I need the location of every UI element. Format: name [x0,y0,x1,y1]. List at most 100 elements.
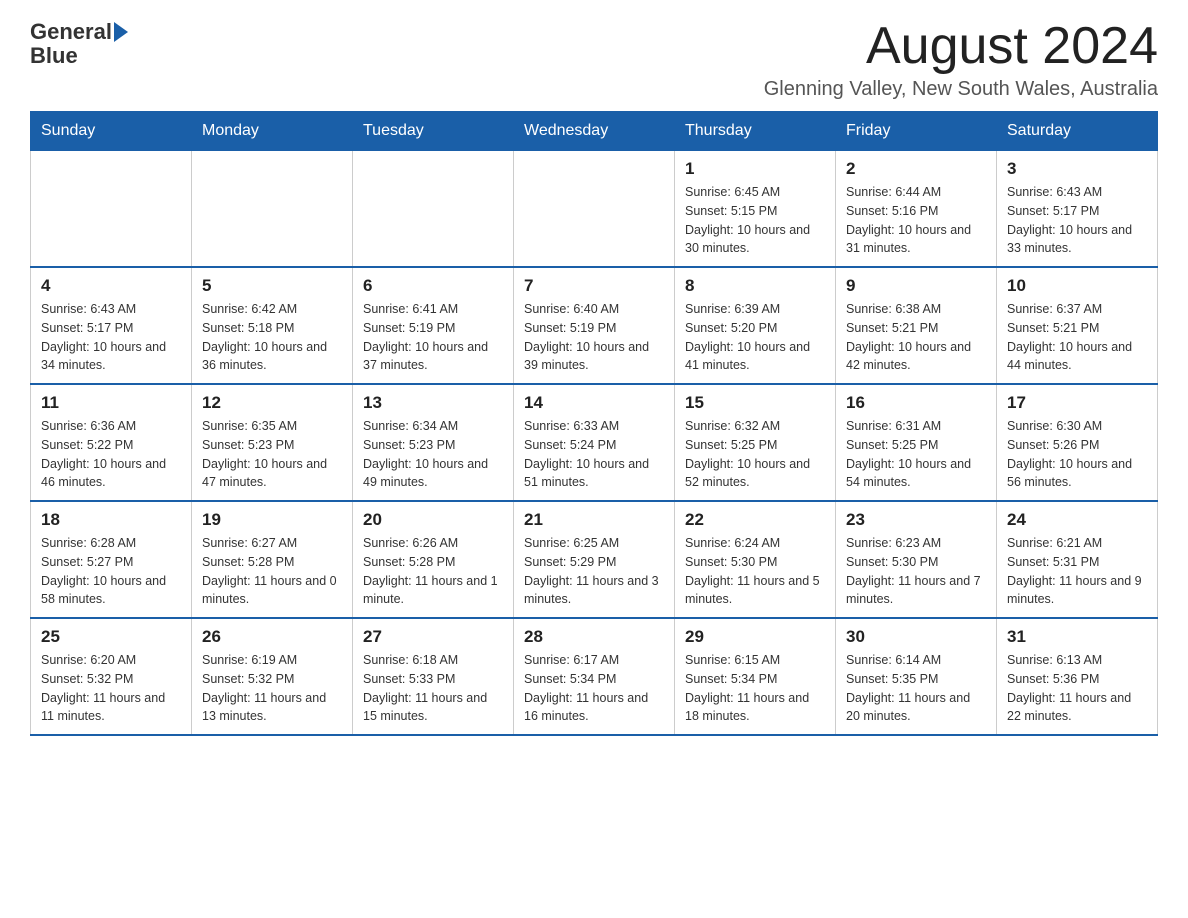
day-info: Sunrise: 6:32 AMSunset: 5:25 PMDaylight:… [685,417,825,492]
day-number: 6 [363,276,503,296]
day-number: 27 [363,627,503,647]
column-header-sunday: Sunday [31,112,192,151]
calendar-cell: 14 Sunrise: 6:33 AMSunset: 5:24 PMDayligh… [514,384,675,501]
day-info: Sunrise: 6:30 AMSunset: 5:26 PMDaylight:… [1007,417,1147,492]
day-number: 18 [41,510,181,530]
column-header-wednesday: Wednesday [514,112,675,151]
column-header-monday: Monday [192,112,353,151]
day-info: Sunrise: 6:25 AMSunset: 5:29 PMDaylight:… [524,534,664,609]
calendar-cell: 19 Sunrise: 6:27 AMSunset: 5:28 PMDayligh… [192,501,353,618]
day-number: 11 [41,393,181,413]
day-number: 7 [524,276,664,296]
day-number: 16 [846,393,986,413]
day-number: 12 [202,393,342,413]
calendar-cell: 28 Sunrise: 6:17 AMSunset: 5:34 PMDayligh… [514,618,675,735]
calendar-table: SundayMondayTuesdayWednesdayThursdayFrid… [30,111,1158,736]
calendar-cell: 1 Sunrise: 6:45 AMSunset: 5:15 PMDaylight… [675,151,836,268]
calendar-cell: 13 Sunrise: 6:34 AMSunset: 5:23 PMDayligh… [353,384,514,501]
title-area: August 2024 Glenning Valley, New South W… [764,20,1158,101]
day-number: 22 [685,510,825,530]
calendar-cell: 26Sunrise: 6:19 AMSunset: 5:32 PMDayligh… [192,618,353,735]
calendar-week-row: 1 Sunrise: 6:45 AMSunset: 5:15 PMDaylight… [31,151,1158,268]
day-info: Sunrise: 6:40 AMSunset: 5:19 PMDaylight:… [524,300,664,375]
day-number: 24 [1007,510,1147,530]
calendar-cell: 24 Sunrise: 6:21 AMSunset: 5:31 PMDayligh… [997,501,1158,618]
day-number: 9 [846,276,986,296]
day-info: Sunrise: 6:38 AMSunset: 5:21 PMDaylight:… [846,300,986,375]
day-number: 1 [685,159,825,179]
logo-text-blue: Blue [30,43,78,68]
calendar-header-row: SundayMondayTuesdayWednesdayThursdayFrid… [31,112,1158,151]
calendar-cell [353,151,514,268]
calendar-cell: 10 Sunrise: 6:37 AMSunset: 5:21 PMDayligh… [997,267,1158,384]
day-number: 15 [685,393,825,413]
calendar-cell: 9 Sunrise: 6:38 AMSunset: 5:21 PMDaylight… [836,267,997,384]
calendar-cell: 20Sunrise: 6:26 AMSunset: 5:28 PMDayligh… [353,501,514,618]
calendar-cell: 25Sunrise: 6:20 AMSunset: 5:32 PMDayligh… [31,618,192,735]
day-number: 10 [1007,276,1147,296]
day-info: Sunrise: 6:15 AMSunset: 5:34 PMDaylight:… [685,651,825,726]
calendar-cell [192,151,353,268]
day-info: Sunrise: 6:35 AMSunset: 5:23 PMDaylight:… [202,417,342,492]
day-info: Sunrise: 6:20 AMSunset: 5:32 PMDaylight:… [41,651,181,726]
day-number: 28 [524,627,664,647]
calendar-cell: 23 Sunrise: 6:23 AMSunset: 5:30 PMDayligh… [836,501,997,618]
logo-text-general: General [30,20,112,44]
day-info: Sunrise: 6:34 AMSunset: 5:23 PMDaylight:… [363,417,503,492]
day-info: Sunrise: 6:39 AMSunset: 5:20 PMDaylight:… [685,300,825,375]
day-number: 4 [41,276,181,296]
day-info: Sunrise: 6:33 AMSunset: 5:24 PMDaylight:… [524,417,664,492]
calendar-cell: 3 Sunrise: 6:43 AMSunset: 5:17 PMDaylight… [997,151,1158,268]
calendar-cell: 30 Sunrise: 6:14 AMSunset: 5:35 PMDayligh… [836,618,997,735]
calendar-cell: 4Sunrise: 6:43 AMSunset: 5:17 PMDaylight… [31,267,192,384]
day-info: Sunrise: 6:43 AMSunset: 5:17 PMDaylight:… [1007,183,1147,258]
day-number: 21 [524,510,664,530]
calendar-week-row: 18 Sunrise: 6:28 AMSunset: 5:27 PMDayligh… [31,501,1158,618]
calendar-week-row: 25Sunrise: 6:20 AMSunset: 5:32 PMDayligh… [31,618,1158,735]
day-info: Sunrise: 6:41 AMSunset: 5:19 PMDaylight:… [363,300,503,375]
calendar-cell: 15 Sunrise: 6:32 AMSunset: 5:25 PMDayligh… [675,384,836,501]
day-number: 30 [846,627,986,647]
day-info: Sunrise: 6:14 AMSunset: 5:35 PMDaylight:… [846,651,986,726]
calendar-cell: 17 Sunrise: 6:30 AMSunset: 5:26 PMDayligh… [997,384,1158,501]
calendar-cell: 31Sunrise: 6:13 AMSunset: 5:36 PMDayligh… [997,618,1158,735]
day-number: 20 [363,510,503,530]
column-header-tuesday: Tuesday [353,112,514,151]
calendar-cell: 2Sunrise: 6:44 AMSunset: 5:16 PMDaylight… [836,151,997,268]
day-info: Sunrise: 6:19 AMSunset: 5:32 PMDaylight:… [202,651,342,726]
calendar-cell: 22 Sunrise: 6:24 AMSunset: 5:30 PMDayligh… [675,501,836,618]
day-info: Sunrise: 6:23 AMSunset: 5:30 PMDaylight:… [846,534,986,609]
day-info: Sunrise: 6:17 AMSunset: 5:34 PMDaylight:… [524,651,664,726]
calendar-cell: 27 Sunrise: 6:18 AMSunset: 5:33 PMDayligh… [353,618,514,735]
calendar-cell: 16Sunrise: 6:31 AMSunset: 5:25 PMDayligh… [836,384,997,501]
page-header: General Blue August 2024 Glenning Valley… [30,20,1158,101]
day-info: Sunrise: 6:42 AMSunset: 5:18 PMDaylight:… [202,300,342,375]
day-info: Sunrise: 6:28 AMSunset: 5:27 PMDaylight:… [41,534,181,609]
calendar-week-row: 4Sunrise: 6:43 AMSunset: 5:17 PMDaylight… [31,267,1158,384]
calendar-cell: 6 Sunrise: 6:41 AMSunset: 5:19 PMDaylight… [353,267,514,384]
calendar-cell: 7 Sunrise: 6:40 AMSunset: 5:19 PMDaylight… [514,267,675,384]
column-header-thursday: Thursday [675,112,836,151]
day-number: 19 [202,510,342,530]
day-info: Sunrise: 6:24 AMSunset: 5:30 PMDaylight:… [685,534,825,609]
day-info: Sunrise: 6:45 AMSunset: 5:15 PMDaylight:… [685,183,825,258]
calendar-week-row: 11Sunrise: 6:36 AMSunset: 5:22 PMDayligh… [31,384,1158,501]
calendar-cell [31,151,192,268]
column-header-saturday: Saturday [997,112,1158,151]
day-number: 13 [363,393,503,413]
day-number: 3 [1007,159,1147,179]
calendar-cell: 11Sunrise: 6:36 AMSunset: 5:22 PMDayligh… [31,384,192,501]
day-info: Sunrise: 6:13 AMSunset: 5:36 PMDaylight:… [1007,651,1147,726]
day-info: Sunrise: 6:37 AMSunset: 5:21 PMDaylight:… [1007,300,1147,375]
day-number: 23 [846,510,986,530]
day-number: 5 [202,276,342,296]
day-number: 2 [846,159,986,179]
calendar-cell: 18 Sunrise: 6:28 AMSunset: 5:27 PMDayligh… [31,501,192,618]
day-number: 17 [1007,393,1147,413]
logo-arrow-icon [114,22,128,42]
day-number: 14 [524,393,664,413]
day-info: Sunrise: 6:21 AMSunset: 5:31 PMDaylight:… [1007,534,1147,609]
day-info: Sunrise: 6:18 AMSunset: 5:33 PMDaylight:… [363,651,503,726]
day-info: Sunrise: 6:27 AMSunset: 5:28 PMDaylight:… [202,534,342,609]
logo: General Blue [30,20,128,68]
